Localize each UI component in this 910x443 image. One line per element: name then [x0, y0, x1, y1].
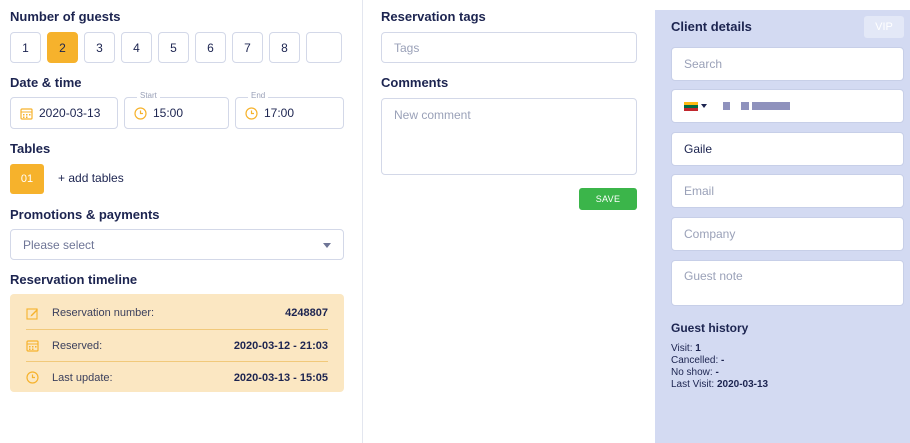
- promotions-placeholder: Please select: [23, 237, 95, 252]
- comment-placeholder: New comment: [394, 108, 471, 122]
- name-field[interactable]: Gaile: [671, 132, 904, 166]
- end-time-field[interactable]: End 17:00: [235, 91, 344, 129]
- timeline-row-last-update: Last update: 2020-03-13 - 15:05: [26, 361, 328, 393]
- save-button[interactable]: SAVE: [579, 188, 637, 210]
- guest-note-field[interactable]: Guest note: [671, 260, 904, 306]
- redacted-phone: [741, 102, 749, 110]
- guest-history: Visit: 1 Cancelled: - No show: - Last Vi…: [671, 343, 768, 391]
- company-field[interactable]: Company: [671, 217, 904, 251]
- tags-placeholder: Tags: [394, 40, 420, 55]
- lithuania-flag-icon[interactable]: [684, 101, 698, 111]
- timeline-label: Last update:: [52, 371, 113, 384]
- email-field[interactable]: Email: [671, 174, 904, 208]
- chevron-down-icon: [701, 104, 707, 108]
- guest-option-5[interactable]: 5: [158, 32, 189, 63]
- chevron-down-icon: [323, 243, 331, 248]
- history-visit: Visit: 1: [671, 343, 701, 354]
- guest-count-selector: 1 2 3 4 5 6 7 8: [10, 32, 342, 63]
- comments-title: Comments: [381, 75, 449, 90]
- guests-title: Number of guests: [10, 9, 121, 24]
- guest-option-custom[interactable]: [306, 32, 342, 63]
- client-details-title: Client details: [671, 19, 752, 34]
- tags-title: Reservation tags: [381, 9, 486, 24]
- clock-icon: [245, 106, 258, 120]
- email-placeholder: Email: [684, 184, 715, 198]
- company-placeholder: Company: [684, 227, 736, 241]
- timeline-row-reservation-number: Reservation number: 4248807: [26, 297, 328, 329]
- phone-field[interactable]: [671, 89, 904, 123]
- guest-history-title: Guest history: [671, 321, 749, 335]
- start-caption: Start: [137, 91, 160, 100]
- table-chip-01[interactable]: 01: [10, 164, 44, 194]
- calendar-icon: [26, 339, 52, 352]
- start-time-value: 15:00: [153, 106, 184, 120]
- end-caption: End: [248, 91, 269, 100]
- client-name-value: Gaile: [684, 142, 713, 156]
- history-cancelled: Cancelled: -: [671, 355, 725, 366]
- calendar-icon: [20, 107, 33, 120]
- guest-option-3[interactable]: 3: [84, 32, 115, 63]
- guest-option-6[interactable]: 6: [195, 32, 226, 63]
- tags-input[interactable]: Tags: [381, 32, 637, 63]
- timeline-label: Reserved:: [52, 339, 103, 352]
- guest-option-8[interactable]: 8: [269, 32, 300, 63]
- promotions-select[interactable]: Please select: [10, 229, 344, 260]
- guest-option-1[interactable]: 1: [10, 32, 41, 63]
- date-field[interactable]: 2020-03-13: [10, 97, 118, 129]
- history-noshow: No show: -: [671, 367, 719, 378]
- timeline-value: 2020-03-13 - 15:05: [233, 371, 328, 384]
- guest-option-7[interactable]: 7: [232, 32, 263, 63]
- start-time-field[interactable]: Start 15:00: [124, 91, 229, 129]
- timeline-value: 4248807: [285, 307, 328, 319]
- timeline-row-reserved: Reserved: 2020-03-12 - 21:03: [26, 329, 328, 361]
- column-divider: [362, 0, 363, 443]
- reservation-timeline: Reservation number: 4248807 Reserved: 20…: [10, 294, 344, 392]
- client-search-input[interactable]: Search: [671, 47, 904, 81]
- vip-toggle[interactable]: VIP: [864, 16, 904, 38]
- comment-textarea[interactable]: New comment: [381, 98, 637, 175]
- add-tables-link[interactable]: + add tables: [58, 171, 124, 185]
- guest-option-2[interactable]: 2: [47, 32, 78, 63]
- datetime-title: Date & time: [10, 75, 82, 90]
- guest-option-4[interactable]: 4: [121, 32, 152, 63]
- clock-icon: [134, 106, 147, 120]
- edit-icon: [26, 307, 52, 320]
- client-search-placeholder: Search: [684, 57, 723, 71]
- timeline-title: Reservation timeline: [10, 272, 138, 287]
- timeline-label: Reservation number:: [52, 307, 155, 319]
- history-last-visit: Last Visit: 2020-03-13: [671, 379, 769, 390]
- tables-title: Tables: [10, 141, 51, 156]
- clock-icon: [26, 371, 52, 384]
- timeline-value: 2020-03-12 - 21:03: [233, 339, 328, 352]
- redacted-phone: [723, 102, 730, 110]
- guest-note-placeholder: Guest note: [684, 269, 743, 283]
- redacted-phone: [752, 102, 790, 110]
- date-value: 2020-03-13: [39, 106, 101, 120]
- end-time-value: 17:00: [264, 106, 295, 120]
- promotions-title: Promotions & payments: [10, 207, 160, 222]
